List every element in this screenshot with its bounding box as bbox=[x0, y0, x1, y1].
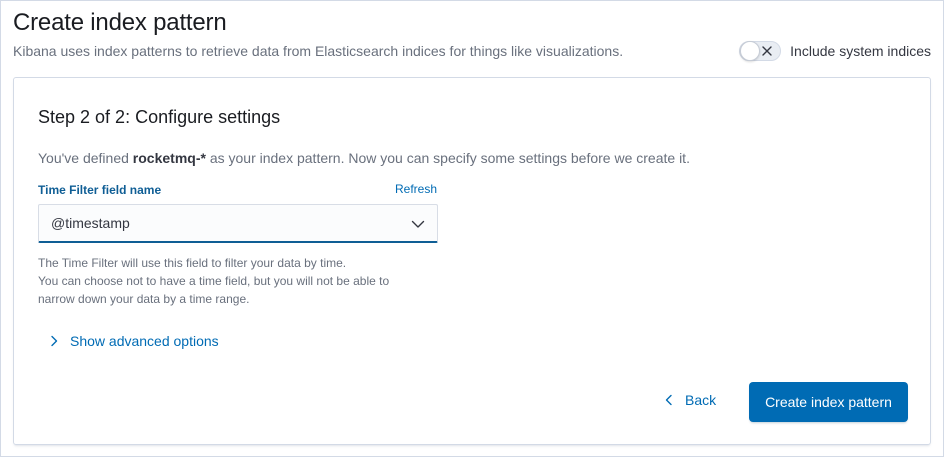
step-title: Step 2 of 2: Configure settings bbox=[38, 107, 281, 127]
time-filter-field-select[interactable]: @timestamp bbox=[38, 204, 438, 243]
toggle-switch[interactable] bbox=[739, 41, 782, 61]
time-filter-field-value: @timestamp bbox=[51, 215, 130, 231]
toggle-knob bbox=[740, 41, 761, 61]
cross-icon bbox=[762, 46, 772, 56]
include-system-indices-toggle[interactable]: Include system indices bbox=[739, 41, 931, 61]
step-desc-prefix: You've defined bbox=[38, 150, 133, 166]
refresh-link[interactable]: Refresh bbox=[395, 182, 437, 196]
chevron-left-icon bbox=[665, 394, 672, 406]
show-advanced-options-button[interactable]: Show advanced options bbox=[48, 333, 219, 349]
page-title: Create index pattern bbox=[13, 9, 227, 36]
include-system-indices-label: Include system indices bbox=[790, 43, 931, 59]
create-index-pattern-button[interactable]: Create index pattern bbox=[749, 382, 908, 422]
show-advanced-options-label: Show advanced options bbox=[70, 333, 219, 349]
step-description: You've defined rocketmq-* as your index … bbox=[38, 150, 690, 166]
chevron-down-icon bbox=[411, 220, 425, 228]
time-filter-field-label: Time Filter field name bbox=[38, 183, 162, 197]
help-line-1: The Time Filter will use this field to f… bbox=[38, 256, 347, 270]
chevron-right-icon bbox=[51, 335, 58, 347]
configure-settings-panel: Step 2 of 2: Configure settings You've d… bbox=[13, 77, 931, 445]
window-frame: Create index pattern Kibana uses index p… bbox=[0, 0, 944, 457]
step-desc-suffix: as your index pattern. Now you can speci… bbox=[205, 150, 690, 166]
index-pattern-name: rocketmq-* bbox=[132, 150, 206, 166]
page-description: Kibana uses index patterns to retrieve d… bbox=[13, 43, 624, 59]
time-filter-help-text: The Time Filter will use this field to f… bbox=[38, 254, 389, 308]
back-label: Back bbox=[685, 392, 717, 408]
help-line-3: narrow down your data by a time range. bbox=[38, 292, 250, 306]
help-line-2: You can choose not to have a time field,… bbox=[38, 274, 390, 288]
back-button[interactable]: Back bbox=[663, 392, 716, 408]
